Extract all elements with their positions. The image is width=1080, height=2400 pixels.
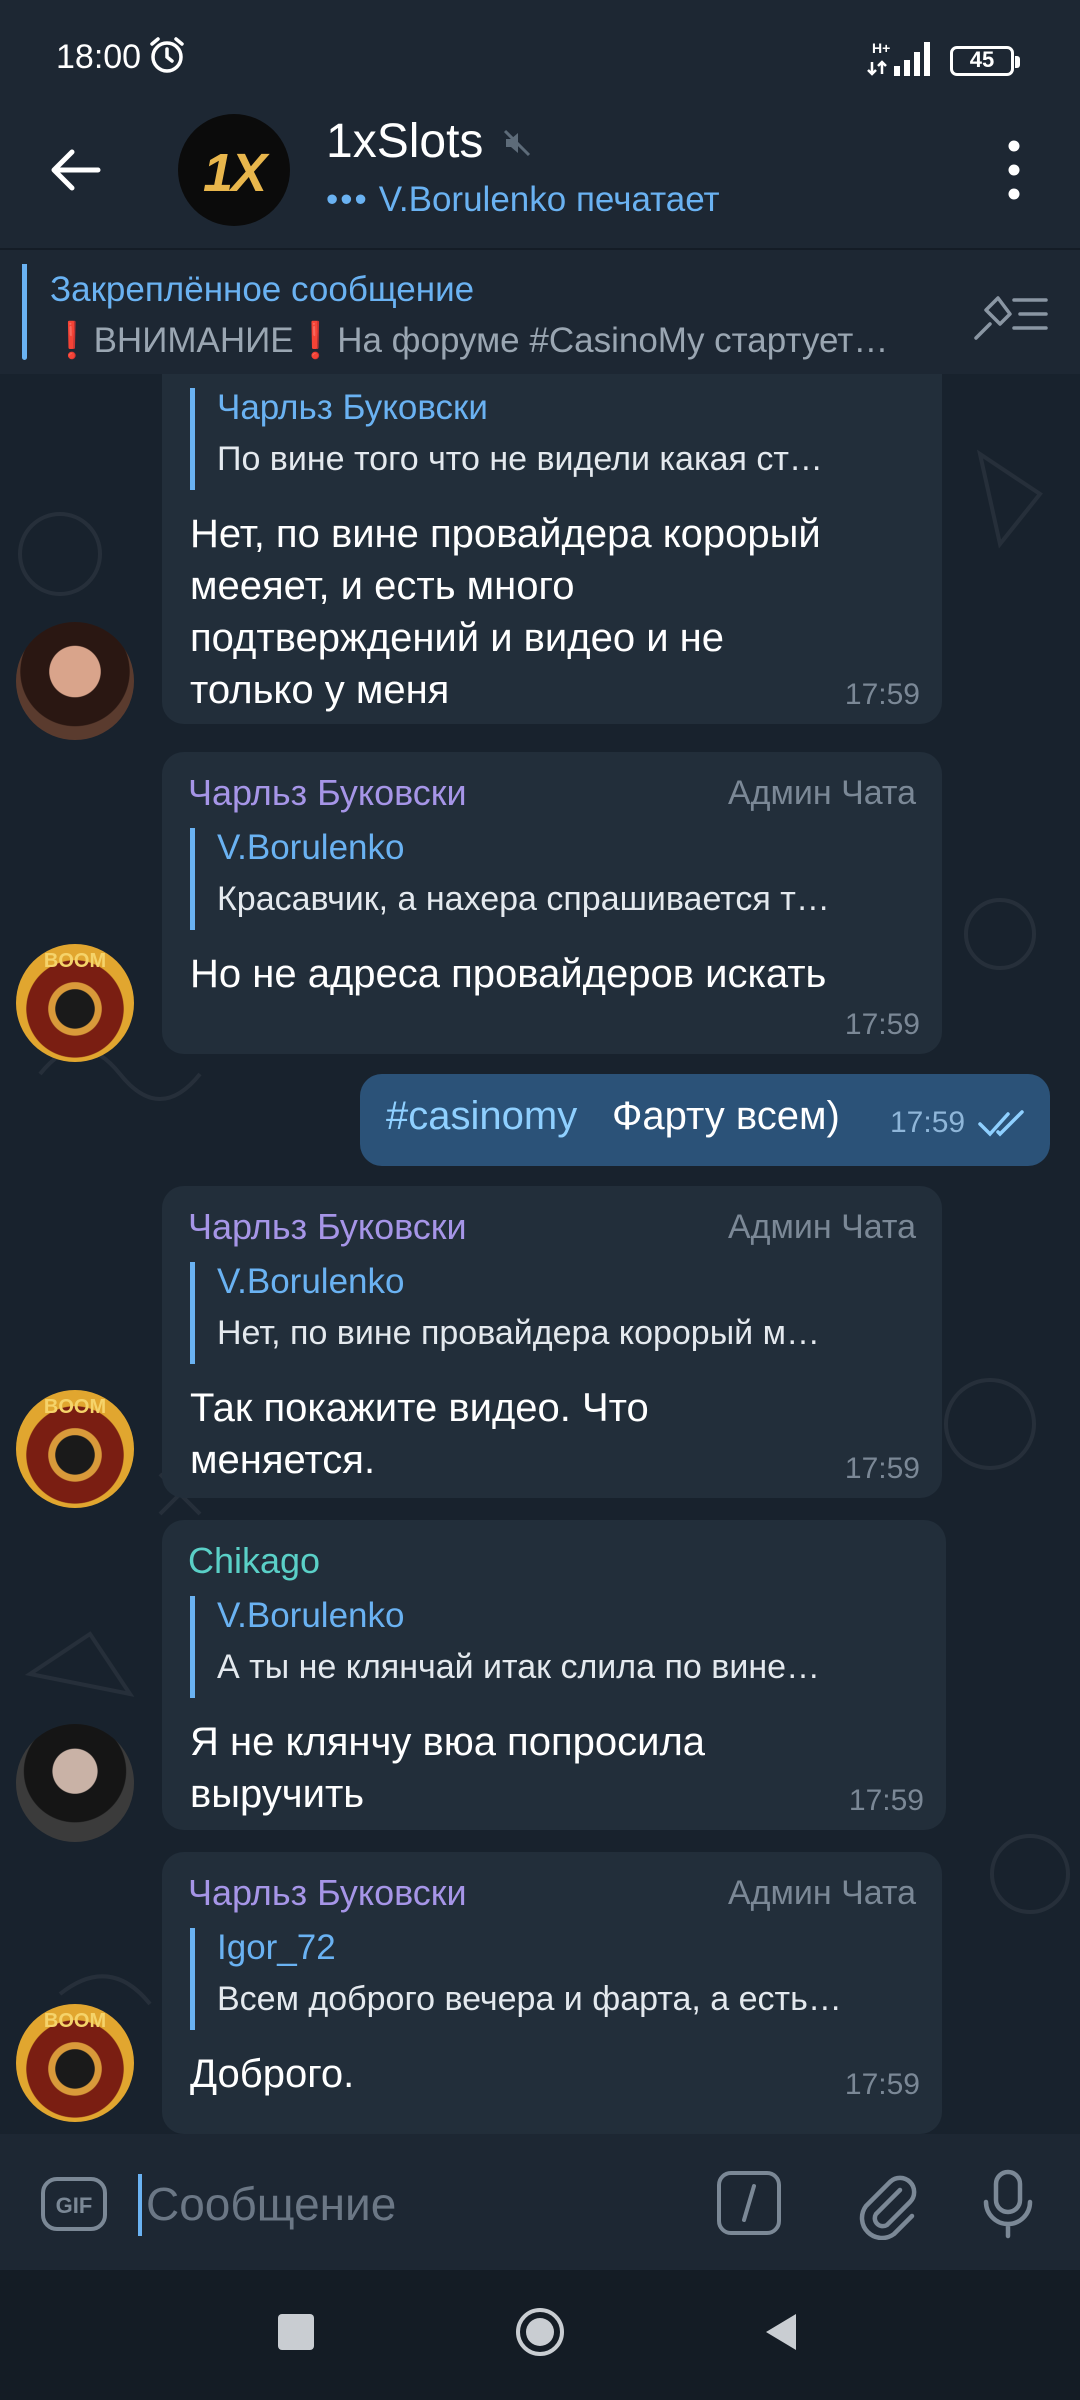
message-bubble[interactable]: Чарльз Буковски Админ Чата V.Borulenko К… (162, 752, 942, 1054)
reply-preview[interactable]: Igor_72 Всем доброго вечера и фарта, а е… (190, 1928, 918, 2030)
bot-commands-icon[interactable] (716, 2170, 782, 2236)
message-text: Нет, по вине провайдера корорый мееяет, … (190, 512, 821, 712)
sender-avatar[interactable]: BOOM (16, 2004, 134, 2122)
message-time: 17:59 (844, 2068, 920, 2101)
admin-badge: Админ Чата (727, 1208, 916, 1246)
reply-preview[interactable]: V.Borulenko Нет, по вине провайдера коро… (190, 1262, 918, 1364)
message-bubble[interactable]: Чарльз Буковски Админ Чата Igor_72 Всем … (162, 1852, 942, 2134)
admin-badge: Админ Чата (727, 1874, 916, 1912)
home-button[interactable] (514, 2306, 566, 2358)
reply-text: По вине того что не видели какая ст… (217, 440, 823, 478)
reply-preview[interactable]: V.Borulenko Красавчик, а нахера спрашива… (190, 828, 918, 930)
avatar-badge-text: BOOM (43, 1396, 107, 1418)
message-text: Так покажите видео. Что меняется. (190, 1386, 649, 1482)
sender-avatar[interactable]: BOOM (16, 1390, 134, 1508)
signal-icon (867, 42, 930, 76)
hashtag-link[interactable]: #casinomy (386, 1094, 577, 1139)
outgoing-message-bubble[interactable]: #casinomy Фарту всем) 17:59 (360, 1074, 1050, 1166)
reply-text: Красавчик, а нахера спрашивается т… (217, 880, 830, 918)
message-time: 17:59 (844, 1008, 920, 1041)
message-text: Фарту всем) (612, 1094, 840, 1138)
pinned-text: ❗ВНИМАНИЕ❗На форуме #CasinoMy стартует… (50, 321, 889, 360)
avatar-badge-text: BOOM (43, 950, 107, 972)
message-text: Я не клянчу вюа попросила выручить (190, 1720, 706, 1816)
text-cursor (138, 2174, 142, 2236)
chat-header: 1X 1xSlots ••• V.Borulenko печатает (0, 92, 1080, 248)
chat-avatar-logo: 1X (202, 143, 267, 203)
sender-avatar[interactable]: BOOM (16, 944, 134, 1062)
message-text: Но не адреса провайдеров искать (190, 952, 827, 996)
system-navigation-bar (0, 2270, 1080, 2400)
reply-author: V.Borulenko (217, 1262, 405, 1301)
pinned-list-icon[interactable] (972, 286, 1050, 342)
message-time: 17:59 (848, 1784, 924, 1817)
pinned-message-bar[interactable]: Закреплённое сообщение ❗ВНИМАНИЕ❗На фору… (0, 248, 1080, 376)
gif-sticker-button[interactable]: GIF (40, 2176, 108, 2232)
muted-speaker-icon (503, 129, 531, 157)
sender-name[interactable]: Чарльз Буковски (188, 1872, 467, 1914)
sender-avatar[interactable] (16, 622, 134, 740)
system-back-button[interactable] (760, 2310, 804, 2354)
reply-preview[interactable]: V.Borulenko А ты не клянчай итак слила п… (190, 1596, 922, 1698)
typing-status-text: V.Borulenko печатает (378, 180, 720, 219)
battery-level: 45 (969, 47, 995, 72)
admin-badge: Админ Чата (727, 774, 916, 812)
alarm-icon (150, 37, 184, 73)
message-time: 17:59 (890, 1106, 966, 1139)
reply-author: V.Borulenko (217, 828, 405, 867)
pinned-indicator (22, 264, 27, 360)
message-text: Доброго. (190, 2052, 355, 2096)
typing-dots-icon: ••• (326, 180, 369, 219)
battery-icon: 45 (950, 46, 1020, 76)
status-time: 18:00 (56, 38, 142, 76)
message-time: 17:59 (844, 678, 920, 711)
reply-text: А ты не клянчай итак слила по вине… (217, 1648, 821, 1686)
status-bar: 18:00 H+ 45 (0, 0, 1080, 92)
chat-title[interactable]: 1xSlots (326, 114, 483, 169)
reply-author: Igor_72 (217, 1928, 336, 1967)
read-checkmarks-icon (978, 1110, 1024, 1137)
reply-author: Чарльз Буковски (217, 388, 488, 427)
reply-preview[interactable]: Чарльз Буковски По вине того что не виде… (190, 388, 918, 490)
more-vertical-icon[interactable] (990, 132, 1038, 208)
message-bubble[interactable]: Чарльз Буковски Админ Чата V.Borulenko Н… (162, 1186, 942, 1498)
reply-text: Всем доброго вечера и фарта, а есть… (217, 1980, 842, 2018)
avatar-badge-text: BOOM (43, 2010, 107, 2032)
message-composer: GIF (0, 2134, 1080, 2270)
back-arrow-icon[interactable] (40, 134, 112, 206)
message-input[interactable] (144, 2168, 688, 2240)
pinned-title: Закреплённое сообщение (50, 270, 475, 309)
chat-avatar[interactable]: 1X (178, 114, 290, 226)
sender-avatar[interactable] (16, 1724, 134, 1842)
sender-name[interactable]: Чарльз Буковски (188, 1206, 467, 1248)
microphone-icon[interactable] (978, 2168, 1038, 2240)
message-time: 17:59 (844, 1452, 920, 1485)
reply-author: V.Borulenko (217, 1596, 405, 1635)
message-bubble[interactable]: Chikago V.Borulenko А ты не клянчай итак… (162, 1520, 946, 1830)
gif-label: GIF (56, 2193, 93, 2218)
sender-name[interactable]: Chikago (188, 1540, 320, 1582)
message-bubble[interactable]: Чарльз Буковски По вине того что не виде… (162, 374, 942, 724)
chat-messages-area[interactable]: Чарльз Буковски По вине того что не виде… (0, 374, 1080, 2134)
reply-text: Нет, по вине провайдера корорый м… (217, 1314, 820, 1352)
sender-name[interactable]: Чарльз Буковски (188, 772, 467, 814)
attach-paperclip-icon[interactable] (850, 2168, 922, 2240)
typing-status: ••• V.Borulenko печатает (326, 180, 720, 220)
recent-apps-button[interactable] (278, 2314, 314, 2350)
